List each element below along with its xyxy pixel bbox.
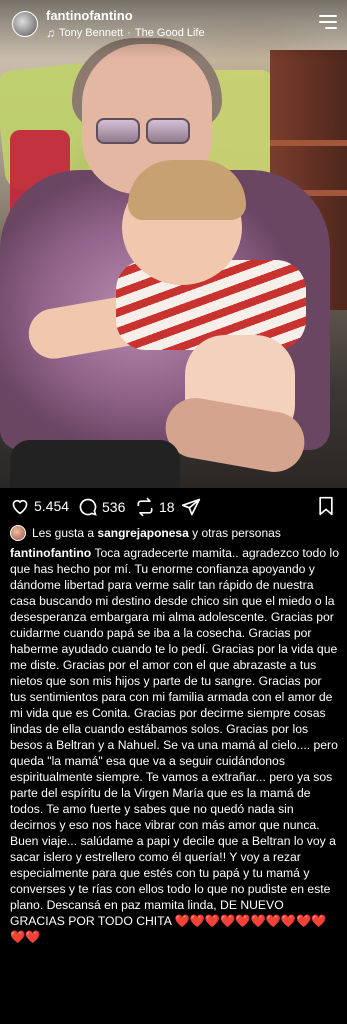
repost-count: 18 bbox=[159, 499, 175, 515]
post-caption: fantinofantino Toca agradecerte mamita..… bbox=[10, 545, 340, 945]
profile-avatar[interactable] bbox=[12, 11, 38, 37]
like-button[interactable]: 5.454 bbox=[10, 497, 69, 515]
liker-avatar bbox=[10, 525, 26, 541]
save-button[interactable] bbox=[317, 496, 335, 521]
post-photo[interactable] bbox=[0, 0, 347, 488]
music-title: The Good Life bbox=[134, 27, 205, 39]
repost-button[interactable]: 18 bbox=[135, 497, 175, 517]
liked-by-prefix: Les gusta a bbox=[32, 526, 95, 540]
shelf-board bbox=[270, 140, 347, 146]
comment-icon bbox=[79, 498, 97, 516]
caption-text: Toca agradecerte mamita.. agradezco todo… bbox=[10, 546, 339, 928]
like-count: 5.454 bbox=[34, 498, 70, 514]
repost-icon bbox=[137, 497, 153, 517]
sunglasses bbox=[96, 118, 190, 144]
comment-count: 536 bbox=[102, 499, 126, 515]
comment-button[interactable]: 536 bbox=[78, 497, 125, 517]
music-note-icon: ♫ bbox=[46, 26, 55, 40]
caption-author[interactable]: fantinofantino bbox=[10, 546, 91, 560]
post-username[interactable]: fantinofantino bbox=[46, 8, 133, 23]
liked-by-user[interactable]: sangrejaponesa bbox=[97, 526, 188, 540]
music-artist: Tony Bennett bbox=[59, 27, 124, 39]
music-separator: · bbox=[127, 27, 131, 39]
pants bbox=[10, 440, 180, 488]
menu-icon[interactable] bbox=[319, 15, 337, 29]
share-icon bbox=[181, 498, 201, 516]
liked-by[interactable]: Les gusta a sangrejaponesa y otras perso… bbox=[10, 525, 281, 541]
heart-icon bbox=[12, 499, 28, 515]
bookmark-icon bbox=[319, 496, 333, 516]
music-info[interactable]: ♫ Tony Bennett · The Good Life bbox=[46, 26, 205, 40]
action-bar: 5.454 536 18 bbox=[0, 488, 347, 524]
child-hair bbox=[128, 160, 246, 220]
liked-by-suffix: y otras personas bbox=[192, 526, 281, 540]
share-button[interactable] bbox=[181, 497, 201, 517]
